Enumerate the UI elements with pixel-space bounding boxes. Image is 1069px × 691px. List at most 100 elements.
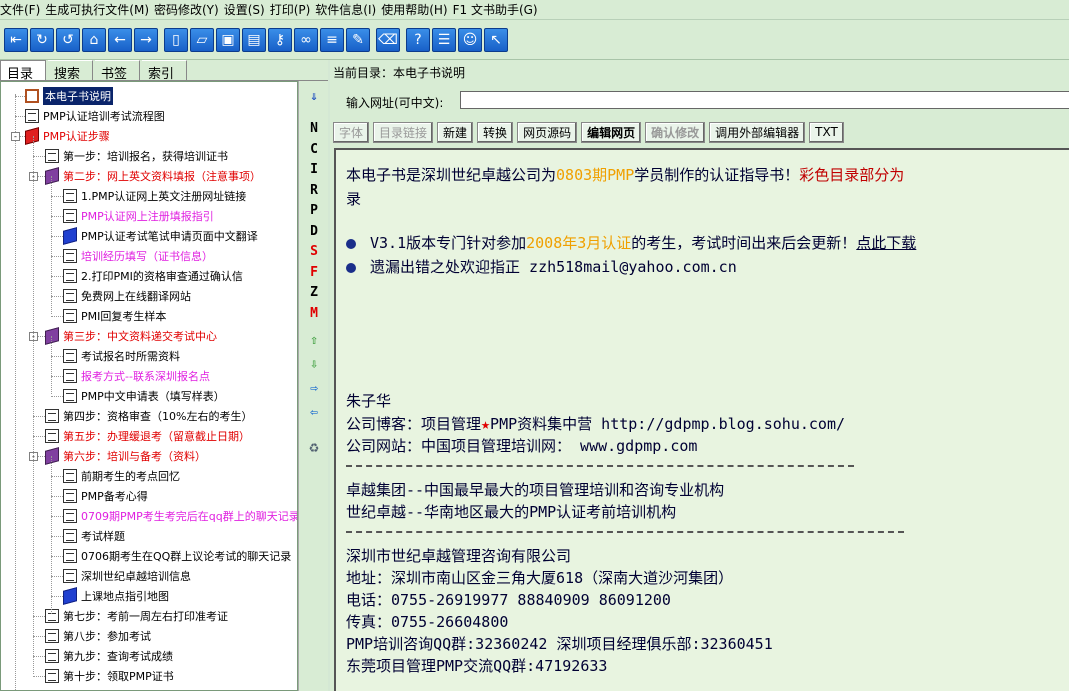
collapse-toggle[interactable]: - — [11, 132, 20, 141]
tree-step[interactable]: 第十步：领取PMP证书 — [45, 666, 174, 686]
tree-subitem[interactable]: PMP认证网上注册填报指引 — [63, 206, 214, 226]
menu-item-6[interactable]: 使用帮助(H) — [381, 1, 452, 18]
save-icon[interactable]: ▣ — [216, 27, 240, 52]
tree-branch — [33, 416, 45, 417]
intro-text-2: 学员制作的认证指导书！ — [634, 166, 800, 184]
tree-subitem[interactable]: 1.PMP认证网上英文注册网址链接 — [63, 186, 246, 206]
editor-button-8[interactable]: TXT — [809, 121, 844, 143]
quick-letter-c[interactable]: C — [306, 142, 322, 157]
menu-item-4[interactable]: 打印(P) — [270, 1, 316, 18]
edit-icon[interactable]: ✎ — [346, 27, 370, 52]
menu-item-5[interactable]: 软件信息(I) — [315, 1, 381, 18]
quick-letter-m[interactable]: M — [306, 306, 322, 321]
menu-item-0[interactable]: 文件(F) — [0, 1, 45, 18]
editor-button-6[interactable]: 确认修改 — [645, 121, 706, 143]
open-folder-icon[interactable]: ⇓ — [306, 89, 322, 104]
key-icon[interactable]: ⚷ — [268, 27, 292, 52]
tree-step[interactable]: 第一步：培训报名，获得培训证书 — [45, 146, 228, 166]
menu-item-1[interactable]: 生成可执行文件(M) — [45, 1, 154, 18]
tree-item[interactable]: PMP认证培训考试流程图 — [25, 106, 165, 126]
arrow-up-icon[interactable]: ⇧ — [306, 333, 322, 348]
home-icon[interactable]: ⌂ — [82, 27, 106, 52]
quick-letter-s[interactable]: S — [306, 244, 322, 259]
new-page-icon[interactable]: ▯ — [164, 27, 188, 52]
tree-step[interactable]: 第九步：查询考试成绩 — [45, 646, 173, 666]
arrow-down-icon[interactable]: ⇩ — [306, 357, 322, 372]
tree-subitem[interactable]: 考试报名时所需资料 — [63, 346, 180, 366]
forward-icon[interactable]: → — [134, 27, 158, 52]
editor-button-4[interactable]: 网页源码 — [517, 121, 578, 143]
tree-subitem[interactable]: PMP备考心得 — [63, 486, 148, 506]
notes-icon[interactable]: ≡ — [320, 27, 344, 52]
undo-icon[interactable]: ↺ — [56, 27, 80, 52]
document-icon — [63, 209, 77, 223]
tree-step[interactable]: 第五步：办理缓退考（留意截止日期） — [45, 426, 250, 446]
link-icon[interactable]: ∞ — [294, 27, 318, 52]
tree-subitem[interactable]: 2.打印PMI的资格审查通过确认信 — [63, 266, 243, 286]
exit-icon[interactable]: ⇤ — [4, 27, 28, 52]
save-as-icon[interactable]: ▤ — [242, 27, 266, 52]
tree-step[interactable]: 第七步：考前一周左右打印准考证 — [45, 606, 228, 626]
editor-button-3[interactable]: 转换 — [477, 121, 514, 143]
open-icon[interactable]: ▱ — [190, 27, 214, 52]
menu-item-7[interactable]: F1 文书助手(G) — [453, 1, 543, 18]
document-icon — [63, 189, 77, 203]
menu-item-3[interactable]: 设置(S) — [224, 1, 270, 18]
arrow-right-icon[interactable]: ⇨ — [306, 381, 322, 396]
group-line-1: 卓越集团--中国最早最大的项目管理培训和咨询专业机构 — [346, 481, 725, 499]
editor-button-2[interactable]: 新建 — [437, 121, 474, 143]
eraser-icon[interactable]: ⌫ — [376, 27, 400, 52]
tree-subitem[interactable]: 报考方式--联系深圳报名点 — [63, 366, 210, 386]
tree-subitem[interactable]: 考试样题 — [63, 526, 125, 546]
tree-subitem[interactable]: 深圳世纪卓越培训信息 — [63, 566, 191, 586]
tree-step[interactable]: 第三步：中文资料递交考试中心 — [45, 326, 217, 346]
quick-letter-p[interactable]: P — [306, 203, 322, 218]
tab-1[interactable]: 搜索 — [48, 60, 94, 82]
tree-subitem[interactable]: 前期考生的考点回忆 — [63, 466, 180, 486]
menu-item-2[interactable]: 密码修改(Y) — [154, 1, 224, 18]
editor-button-5[interactable]: 编辑网页 — [581, 121, 642, 143]
editor-button-1[interactable]: 目录链接 — [373, 121, 434, 143]
tree-subitem[interactable]: 培训经历填写（证书信息） — [63, 246, 213, 266]
tree-subitem[interactable]: PMI回复考生样本 — [63, 306, 166, 326]
tree-step[interactable]: 第八步：参加考试 — [45, 626, 151, 646]
bullet-line-1: V3.1版本专门针对参加2008年3月认证的考生，考试时间出来后会更新！点此下载 — [346, 232, 916, 253]
help-icon[interactable]: ? — [406, 27, 430, 52]
refresh-icon[interactable]: ↻ — [30, 27, 54, 52]
url-input[interactable] — [460, 91, 1069, 109]
back-icon[interactable]: ← — [108, 27, 132, 52]
tree-step[interactable]: 第四步：资格审查（10%左右的考生） — [45, 406, 252, 426]
document-icon — [25, 109, 39, 123]
tree-subitem[interactable]: 免费网上在线翻译网站 — [63, 286, 191, 306]
editor-button-7[interactable]: 调用外部编辑器 — [709, 121, 806, 143]
list-icon[interactable]: ☰ — [432, 27, 456, 52]
quick-letter-d[interactable]: D — [306, 224, 322, 239]
tree-step[interactable]: 第六步：培训与备考（资料） — [45, 446, 206, 466]
content-view[interactable]: 本电子书是深圳世纪卓越公司为0803期PMP学员制作的认证指导书！彩色目录部分为… — [334, 148, 1069, 691]
cursor-icon[interactable]: ↖ — [484, 27, 508, 52]
tab-2[interactable]: 书签 — [95, 60, 141, 82]
tree-subitem[interactable]: 0706期考生在QQ群上议论考试的聊天记录 — [63, 546, 291, 566]
editor-button-0[interactable]: 字体 — [333, 121, 370, 143]
tree-subitem[interactable]: 上课地点指引地图 — [63, 586, 169, 606]
tree-item[interactable]: PMP认证步骤 — [25, 126, 110, 146]
tree-subitem[interactable]: PMP认证考试笔试申请页面中文翻译 — [63, 226, 258, 246]
smiley-icon[interactable]: ☺ — [458, 27, 482, 52]
tree-item[interactable]: 本电子书说明 — [25, 86, 113, 106]
tab-0[interactable]: 目录 — [0, 60, 47, 82]
tab-3[interactable]: 索引 — [142, 60, 188, 82]
recycle-bin-icon[interactable]: ♻ — [306, 437, 322, 456]
vertical-toolbar: ⇓ NCIRPDSFZM ⇧ ⇩ ⇨ ⇦ ♻ — [298, 81, 328, 691]
quick-letter-f[interactable]: F — [306, 265, 322, 280]
tree-step[interactable]: 第二步：网上英文资料填报（注意事项） — [45, 166, 261, 186]
document-icon — [45, 429, 59, 443]
tree-subitem[interactable]: PMP中文申请表（填写样表） — [63, 386, 225, 406]
arrow-left-icon[interactable]: ⇦ — [306, 405, 322, 420]
quick-letter-r[interactable]: R — [306, 183, 322, 198]
download-link[interactable]: 点此下载 — [856, 234, 916, 252]
tree-subitem[interactable]: 0709期PMP考生考完后在qq群上的聊天记录 — [63, 506, 297, 526]
quick-letter-n[interactable]: N — [306, 121, 322, 136]
quick-letter-z[interactable]: Z — [306, 285, 322, 300]
quick-letter-i[interactable]: I — [306, 162, 322, 177]
intro-text: 本电子书是深圳世纪卓越公司为 — [346, 166, 557, 184]
